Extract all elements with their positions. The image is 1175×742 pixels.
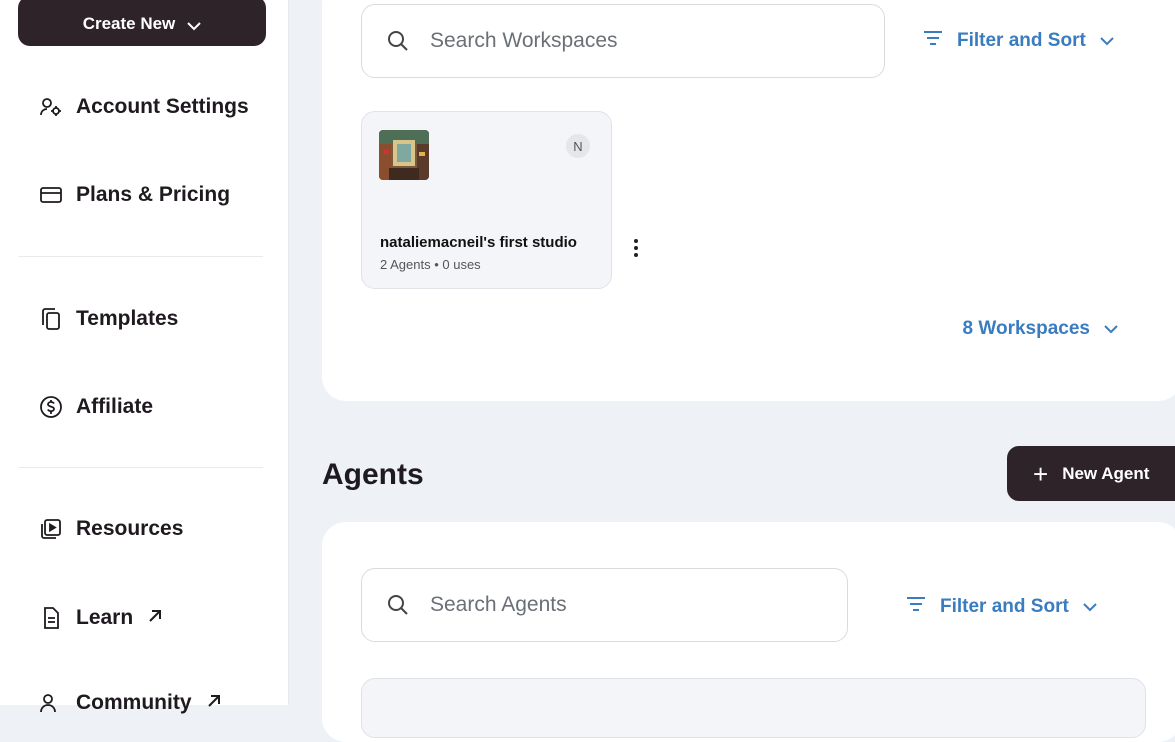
sidebar-item-community[interactable]: Community xyxy=(38,690,222,716)
new-agent-label: New Agent xyxy=(1062,463,1150,483)
workspace-card[interactable]: N nataliemacneil's first studio 2 Agents… xyxy=(361,111,612,289)
sidebar-item-templates[interactable]: Templates xyxy=(38,306,178,332)
sidebar-divider xyxy=(18,256,263,257)
workspace-thumbnail-image xyxy=(379,130,429,180)
search-placeholder: Search Workspaces xyxy=(430,29,618,52)
sidebar-item-label: Templates xyxy=(76,307,179,330)
sidebar-item-affiliate[interactable]: Affiliate xyxy=(38,394,153,420)
credit-card-icon xyxy=(38,182,64,208)
chevron-down-icon xyxy=(187,18,202,34)
agent-card[interactable] xyxy=(361,678,1146,738)
create-new-label: Create New xyxy=(82,14,176,33)
chevron-down-icon xyxy=(1100,30,1114,52)
workspace-meta: 2 Agents • 0 uses xyxy=(380,257,481,272)
chevron-down-icon xyxy=(1104,318,1118,340)
account-settings-icon xyxy=(38,94,64,120)
filter-icon xyxy=(906,596,926,618)
copy-icon xyxy=(38,306,64,332)
dollar-icon xyxy=(38,394,64,420)
external-link-icon xyxy=(147,607,163,630)
more-options-icon[interactable] xyxy=(627,236,645,266)
filter-label: Filter and Sort xyxy=(957,30,1086,51)
sidebar-item-learn[interactable]: Learn xyxy=(38,605,163,631)
create-new-button[interactable]: Create New xyxy=(18,0,266,46)
sidebar-item-account-settings[interactable]: Account Settings xyxy=(38,94,249,120)
sidebar-item-label: Account Settings xyxy=(76,95,249,118)
sidebar: Create New Account Settings Plans & Pric… xyxy=(0,0,289,714)
chevron-down-icon xyxy=(1083,596,1097,618)
workspaces-count-dropdown[interactable]: 8 Workspaces xyxy=(963,318,1118,340)
filter-icon xyxy=(923,30,943,52)
workspaces-count-label: 8 Workspaces xyxy=(962,318,1090,339)
play-book-icon xyxy=(38,516,64,542)
search-placeholder: Search Agents xyxy=(430,593,567,616)
search-icon xyxy=(386,593,410,617)
agent-search-input[interactable]: Search Agents xyxy=(361,568,848,642)
sidebar-item-label: Affiliate xyxy=(76,395,154,418)
workspace-search-input[interactable]: Search Workspaces xyxy=(361,4,885,78)
new-agent-button[interactable]: + New Agent xyxy=(1007,446,1175,501)
agent-filter-sort-button[interactable]: Filter and Sort xyxy=(906,596,1097,618)
sidebar-item-label: Learn xyxy=(76,606,134,629)
sidebar-divider xyxy=(18,467,263,468)
sidebar-item-label: Resources xyxy=(76,517,184,540)
sidebar-item-label: Plans & Pricing xyxy=(76,183,231,206)
people-icon xyxy=(38,690,64,716)
workspace-name: nataliemacneil's first studio xyxy=(380,234,577,251)
sidebar-item-resources[interactable]: Resources xyxy=(38,516,183,542)
avatar: N xyxy=(566,134,590,158)
sidebar-item-label: Community xyxy=(76,691,192,714)
sidebar-item-plans-pricing[interactable]: Plans & Pricing xyxy=(38,182,230,208)
workspace-filter-sort-button[interactable]: Filter and Sort xyxy=(923,30,1114,52)
agents-heading: Agents xyxy=(322,458,424,491)
search-icon xyxy=(386,29,410,53)
plus-icon: + xyxy=(1033,458,1049,489)
document-icon xyxy=(38,605,64,631)
filter-label: Filter and Sort xyxy=(940,596,1069,617)
external-link-icon xyxy=(206,692,222,715)
